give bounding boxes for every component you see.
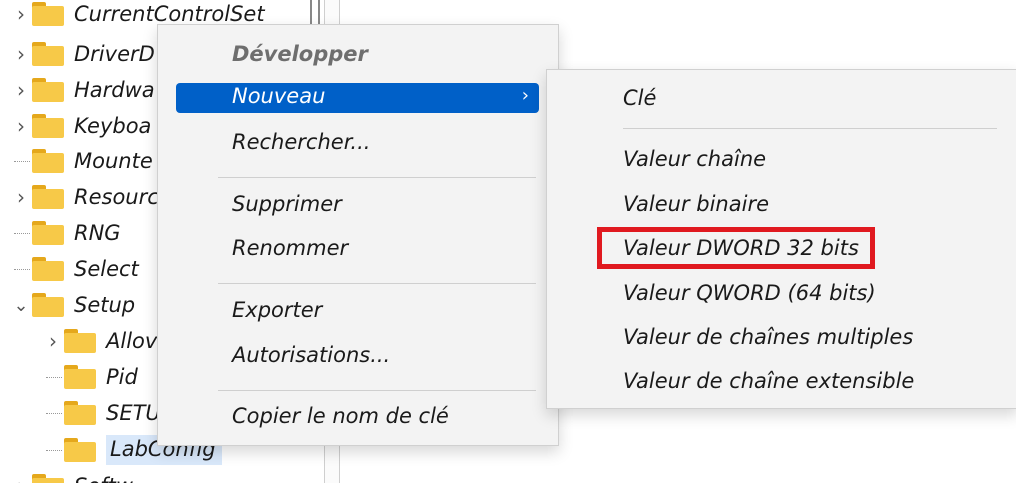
tree-item-label: Softw xyxy=(74,474,133,483)
chevron-right-icon[interactable]: › xyxy=(10,474,32,483)
tree-item-label: Hardwa xyxy=(74,78,155,102)
menu-item-rename[interactable]: Renommer xyxy=(232,236,348,260)
menu-separator xyxy=(218,283,536,284)
chevron-right-icon[interactable]: › xyxy=(42,329,64,353)
tree-item-setup[interactable]: ⌄ Setup xyxy=(10,287,135,323)
new-submenu: Clé Valeur chaîne Valeur binaire Valeur … xyxy=(546,69,1016,409)
submenu-item-key[interactable]: Clé xyxy=(623,86,656,110)
chevron-right-icon: › xyxy=(521,85,529,106)
tree-item-hardwa[interactable]: › Hardwa xyxy=(10,72,155,108)
tree-item-rng[interactable]: RNG xyxy=(10,215,121,251)
tree-item-label: SETU xyxy=(106,401,161,425)
tree-item-label: Mounte xyxy=(74,149,153,173)
tree-connector xyxy=(10,215,32,251)
submenu-item-multi-string-value[interactable]: Valeur de chaînes multiples xyxy=(623,325,913,349)
tree-item-softw[interactable]: › Softw xyxy=(10,468,133,483)
folder-icon xyxy=(32,2,64,26)
tree-item-label: CurrentControlSet xyxy=(74,2,265,26)
folder-icon xyxy=(32,221,64,245)
tree-item-label: DriverD xyxy=(74,42,155,66)
submenu-item-binary-value[interactable]: Valeur binaire xyxy=(623,192,769,216)
tree-item-label: Keyboa xyxy=(74,114,152,138)
menu-separator xyxy=(218,177,536,178)
highlight-annotation-box xyxy=(597,227,875,269)
tree-item-label: Pid xyxy=(106,365,138,389)
folder-icon xyxy=(64,401,96,425)
tree-connector xyxy=(42,432,64,468)
folder-icon xyxy=(32,78,64,102)
folder-icon xyxy=(32,474,64,483)
chevron-right-icon[interactable]: › xyxy=(10,78,32,102)
chevron-right-icon[interactable]: › xyxy=(10,185,32,209)
tree-item-keyboa[interactable]: › Keyboa xyxy=(10,108,151,144)
tree-item-label: Allov xyxy=(106,329,158,353)
menu-separator xyxy=(623,128,997,129)
menu-item-permissions[interactable]: Autorisations... xyxy=(232,343,390,367)
folder-icon xyxy=(32,114,64,138)
menu-item-expand[interactable]: Développer xyxy=(232,42,368,66)
tree-item-driverd[interactable]: › DriverD xyxy=(10,36,155,72)
tree-connector xyxy=(42,359,64,395)
menu-separator xyxy=(218,390,536,391)
registry-editor-window: › CurrentControlSet › DriverD › Hardwa ›… xyxy=(0,0,1016,483)
tree-item-mounte[interactable]: Mounte xyxy=(10,143,153,179)
tree-item-resourc[interactable]: › Resourc xyxy=(10,179,159,215)
submenu-item-string-value[interactable]: Valeur chaîne xyxy=(623,147,766,171)
chevron-down-icon[interactable]: ⌄ xyxy=(10,295,32,316)
menu-item-new-label: Nouveau xyxy=(232,84,326,108)
tree-connector xyxy=(42,395,64,431)
submenu-item-qword-value[interactable]: Valeur QWORD (64 bits) xyxy=(623,281,876,305)
menu-item-export[interactable]: Exporter xyxy=(232,298,322,322)
folder-icon xyxy=(64,329,96,353)
tree-item-label: Select xyxy=(74,257,139,281)
submenu-item-expandable-string-value[interactable]: Valeur de chaîne extensible xyxy=(623,369,914,393)
context-menu: Développer Nouveau › Rechercher... Suppr… xyxy=(157,24,559,446)
chevron-right-icon[interactable]: › xyxy=(10,114,32,138)
folder-icon xyxy=(32,293,64,317)
menu-item-new[interactable]: Nouveau › xyxy=(176,83,539,113)
folder-icon xyxy=(64,365,96,389)
tree-item-label: Resourc xyxy=(74,185,159,209)
folder-icon xyxy=(32,149,64,173)
folder-icon xyxy=(32,42,64,66)
tree-item-pid[interactable]: Pid xyxy=(42,359,138,395)
menu-item-find[interactable]: Rechercher... xyxy=(232,130,370,154)
tree-connector xyxy=(10,251,32,287)
menu-item-copy-key-name[interactable]: Copier le nom de clé xyxy=(232,404,449,428)
folder-icon xyxy=(32,185,64,209)
tree-item-allov[interactable]: › Allov xyxy=(42,323,157,359)
tree-connector xyxy=(10,143,32,179)
tree-item-label: Setup xyxy=(74,293,136,317)
folder-icon xyxy=(32,257,64,281)
tree-item-setu[interactable]: SETU xyxy=(42,395,161,431)
tree-item-select[interactable]: Select xyxy=(10,251,139,287)
chevron-right-icon[interactable]: › xyxy=(10,2,32,26)
folder-icon xyxy=(64,438,96,462)
chevron-right-icon[interactable]: › xyxy=(10,42,32,66)
menu-item-delete[interactable]: Supprimer xyxy=(232,192,342,216)
tree-item-label: RNG xyxy=(74,221,121,245)
